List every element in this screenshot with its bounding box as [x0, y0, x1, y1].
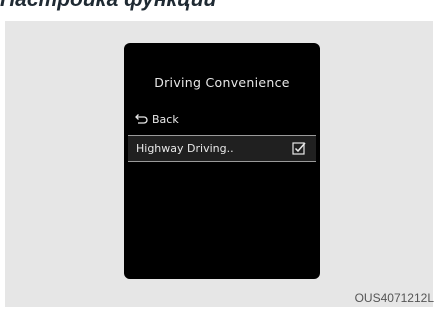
- page: Настройка функций Driving Convenience Ba…: [0, 0, 440, 309]
- menu-title: Driving Convenience: [154, 75, 290, 90]
- cluster-display: Driving Convenience Back Highway Driving…: [124, 43, 320, 279]
- highway-driving-label: Highway Driving..: [136, 142, 234, 155]
- back-label: Back: [152, 112, 179, 126]
- checkbox-checked-icon[interactable]: [292, 141, 306, 155]
- page-title: Настройка функций: [0, 0, 216, 12]
- back-arrow-icon: [135, 114, 148, 124]
- back-menu-item[interactable]: Back: [134, 111, 179, 127]
- highway-driving-menu-item[interactable]: Highway Driving..: [128, 135, 316, 162]
- figure-code: OUS4071212L: [354, 291, 434, 305]
